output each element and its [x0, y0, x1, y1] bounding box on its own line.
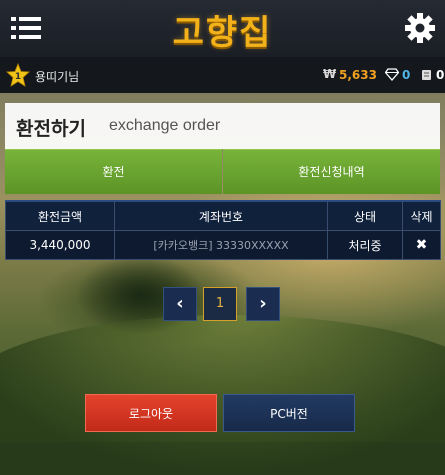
- level-star-icon: 1: [6, 63, 30, 87]
- header-amount: 환전금액: [5, 200, 115, 231]
- panel-subtitle: exchange order: [109, 117, 221, 134]
- panel-title: 환전하기: [16, 119, 86, 140]
- user-info-bar: 1 용띠기님 ₩ 5,633 0 0: [0, 57, 445, 93]
- username: 용띠기님: [35, 70, 80, 84]
- exchange-history-table: 환전금액 계좌번호 상태 삭제 3,440,000 [카카오뱅크] 33330X…: [5, 200, 441, 260]
- tab-exchange-history[interactable]: 환전신청내역: [223, 149, 440, 194]
- won-currency-icon: ₩: [323, 67, 337, 81]
- tab-exchange[interactable]: 환전: [5, 149, 222, 194]
- cell-delete: ✖: [402, 230, 441, 260]
- cell-status: 처리중: [327, 230, 403, 260]
- ticket-count: 0: [436, 68, 445, 82]
- header-status: 상태: [327, 200, 403, 231]
- diamond-icon: [385, 68, 399, 81]
- diamond-count: 0: [402, 68, 411, 82]
- table-header-row: 환전금액 계좌번호 상태 삭제: [5, 200, 441, 231]
- level-number: 1: [15, 72, 21, 82]
- top-header: 고향집: [0, 0, 445, 58]
- site-logo[interactable]: 고향집: [0, 5, 445, 54]
- cell-account: [카카오뱅크] 33330XXXXX: [114, 230, 328, 260]
- cell-amount: 3,440,000: [5, 230, 115, 260]
- logout-button[interactable]: 로그아웃: [85, 394, 217, 432]
- header-delete: 삭제: [402, 200, 441, 231]
- pagination-prev-button[interactable]: ‹: [163, 287, 197, 321]
- pagination-next-button[interactable]: ›: [246, 287, 280, 321]
- delete-icon[interactable]: ✖: [416, 237, 428, 253]
- pagination-current-page[interactable]: 1: [203, 287, 237, 321]
- table-row: 3,440,000 [카카오뱅크] 33330XXXXX 처리중 ✖: [5, 230, 441, 260]
- pc-version-button[interactable]: PC버전: [223, 394, 355, 432]
- money-balance: 5,633: [339, 68, 377, 82]
- gear-icon[interactable]: [404, 12, 436, 44]
- exchange-panel-header: 환전하기 exchange order: [5, 103, 440, 149]
- ticket-icon: [422, 70, 431, 80]
- header-account: 계좌번호: [114, 200, 328, 231]
